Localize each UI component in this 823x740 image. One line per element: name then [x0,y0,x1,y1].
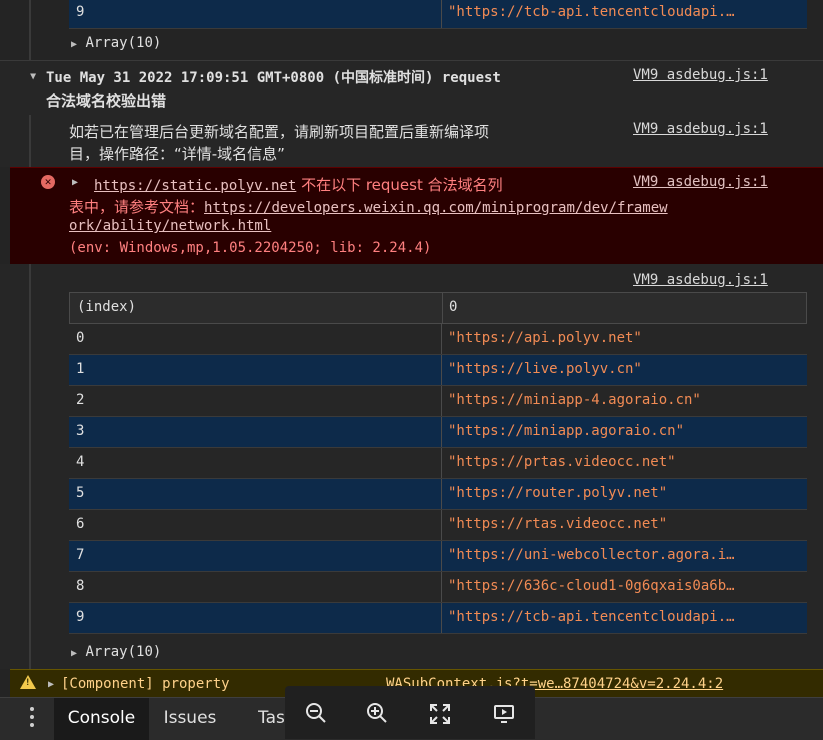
fit-screen-icon[interactable] [430,704,450,724]
table-row: 3 "https://miniapp.agoraio.cn" [69,417,807,448]
table-row: 2 "https://miniapp-4.agoraio.cn" [69,386,807,417]
row-value: "https://router.polyv.net" [448,485,668,501]
table-row: 9 "https://tcb-api.tencentcloudapi.… [69,0,807,29]
array-label: Array(10) [85,35,162,51]
column-separator [441,386,442,416]
row-index: 1 [76,361,85,377]
source-link[interactable]: VM9 asdebug.js:1 [633,121,768,137]
column-separator [441,603,442,633]
row-value: "https://prtas.videocc.net" [448,454,676,470]
column-separator [441,479,442,509]
row-index: 2 [76,392,85,408]
zoom-in-icon[interactable] [366,702,388,724]
top-table-frame [29,0,31,60]
source-link[interactable]: VM9 asdebug.js:1 [633,67,768,83]
row-value: "https://api.polyv.net" [448,330,642,346]
expand-triangle-icon: ▶ [71,648,78,659]
console-group[interactable]: ▶ Tue May 31 2022 17:09:51 GMT+0800 (中国标… [0,60,823,116]
group-indent-line [29,115,31,167]
more-menu-icon[interactable] [30,707,34,727]
row-value: "https://uni-webcollector.agora.i… [448,547,735,563]
array-toggle[interactable]: ▶ Array(10) [71,35,161,51]
row-value: "https://tcb-api.tencentcloudapi.… [448,609,735,625]
column-header-index[interactable]: (index) [77,299,136,315]
floating-toolbar [285,686,535,739]
top-table: 9 "https://tcb-api.tencentcloudapi.… ▶ A… [0,0,823,60]
row-value: "https://miniapp.agoraio.cn" [448,423,685,439]
zoom-out-icon[interactable] [305,702,327,724]
column-separator [441,448,442,478]
column-separator [441,355,442,385]
array-label: Array(10) [85,644,162,660]
table-row: 1 "https://live.polyv.cn" [69,355,807,386]
row-index: 4 [76,454,85,470]
expand-triangle-icon[interactable]: ▶ [72,177,78,188]
row-value: "https://tcb-api.tencentcloudapi.… [448,4,735,20]
row-index: 5 [76,485,85,501]
doc-link-continued[interactable]: ork/ability/network.html [69,218,271,234]
info-line1: 如若已在管理后台更新域名配置，请刷新项目配置后重新编译项 [69,123,490,141]
column-header-0[interactable]: 0 [449,299,804,315]
present-icon[interactable] [493,704,515,724]
expand-triangle-icon[interactable]: ▶ [48,679,54,690]
array-toggle[interactable]: ▶ Array(10) [71,644,161,660]
row-index: 3 [76,423,85,439]
error-message: ✕ ▶ https://static.polyv.net 不在以下 reques… [10,167,823,265]
column-separator [441,417,442,447]
column-separator [442,293,443,323]
expand-triangle-icon: ▶ [71,39,78,50]
group-header-line2: 合法域名校验出错 [46,92,167,110]
table-row: 0 "https://api.polyv.net" [69,324,807,355]
warning-text: [Component] property [61,676,230,692]
doc-link[interactable]: https://developers.weixin.qq.com/minipro… [204,200,668,216]
info-line2: 目，操作路径：“详情-域名信息” [69,145,285,163]
row-index: 8 [76,578,85,594]
column-separator [441,541,442,571]
column-separator [441,572,442,602]
table-row: 6 "https://rtas.videocc.net" [69,510,807,541]
row-value: "https://miniapp-4.agoraio.cn" [448,392,701,408]
error-text1: 不在以下 request 合法域名列 [296,176,503,194]
row-value: "https://636c-cloud1-0g6qxais0a6b… [448,578,735,594]
error-text2: 表中，请参考文档： [69,198,205,216]
table-row: 7 "https://uni-webcollector.agora.i… [69,541,807,572]
console-table: (index) 0 0 "https://api.polyv.net" 1 "htt… [0,292,823,638]
row-value: "https://live.polyv.cn" [448,361,642,377]
source-link[interactable]: VM9 asdebug.js:1 [633,174,768,190]
tab-console[interactable]: Console [54,698,149,740]
row-index: 9 [76,609,85,625]
table-row: 8 "https://636c-cloud1-0g6qxais0a6b… [69,572,807,603]
column-separator [441,324,442,354]
column-separator [441,0,442,28]
error-env: (env: Windows,mp,1.05.2204250; lib: 2.24… [69,240,432,256]
source-link[interactable]: VM9 asdebug.js:1 [633,272,768,288]
tab-issues[interactable]: Issues [150,698,230,740]
error-url-link[interactable]: https://static.polyv.net [94,178,296,194]
table-row: 9 "https://tcb-api.tencentcloudapi.… [69,603,807,634]
table-header: (index) 0 [69,292,807,324]
row-value: "https://rtas.videocc.net" [448,516,668,532]
column-separator [441,510,442,540]
table-row: 4 "https://prtas.videocc.net" [69,448,807,479]
row-index: 6 [76,516,85,532]
group-header-line1: Tue May 31 2022 17:09:51 GMT+0800 (中国标准时… [46,70,501,86]
collapse-triangle-icon[interactable]: ▶ [28,73,39,79]
row-index: 7 [76,547,85,563]
table-row: 5 "https://router.polyv.net" [69,479,807,510]
row-index: 0 [76,330,85,346]
error-icon: ✕ [41,175,55,189]
row-index: 9 [76,4,85,20]
info-message: 如若已在管理后台更新域名配置，请刷新项目配置后重新编译项 目，操作路径：“详情-… [0,115,823,167]
warning-icon-mark: ! [25,678,31,688]
